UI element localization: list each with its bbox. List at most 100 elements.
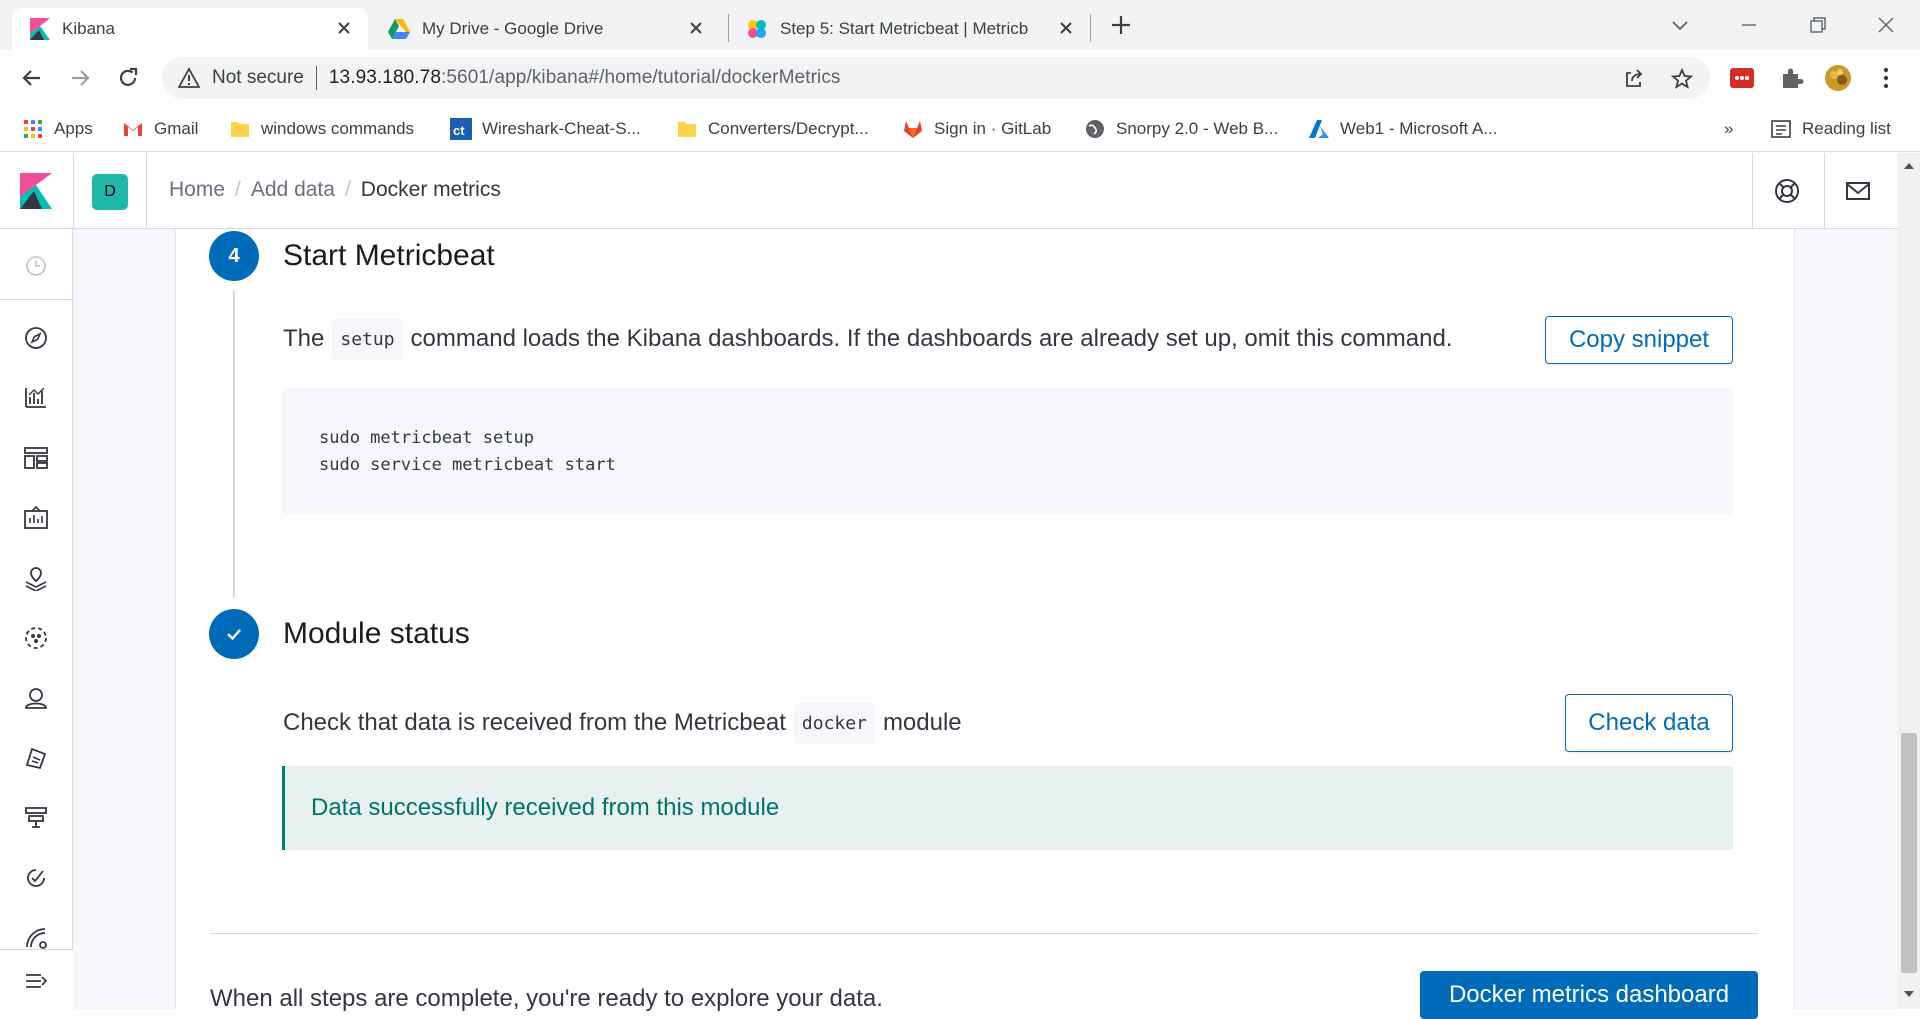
close-tab-icon[interactable]: [1056, 18, 1076, 38]
scroll-down-arrow-icon[interactable]: [1902, 987, 1916, 1001]
svg-text:ct: ct: [453, 123, 465, 138]
logs-icon[interactable]: [23, 745, 49, 771]
close-tab-icon[interactable]: [334, 18, 354, 38]
bookmark-snorpy[interactable]: Snorpy 2.0 - Web B...: [1084, 114, 1278, 144]
folder-icon: [231, 122, 249, 137]
bookmark-label: windows commands: [261, 119, 415, 138]
uptime-icon[interactable]: [23, 865, 49, 891]
header-divider: [1752, 153, 1753, 229]
step-connector-line: [233, 291, 235, 597]
bookmark-wireshark[interactable]: ct Wireshark-Cheat-S...: [450, 114, 641, 144]
reload-icon[interactable]: [114, 64, 142, 92]
gitlab-icon: [904, 121, 922, 138]
overflow-label: »: [1724, 119, 1734, 138]
warning-icon: [178, 67, 200, 88]
azure-icon: [1309, 120, 1329, 138]
maps-icon[interactable]: [23, 565, 49, 591]
elastic-logo-icon: [748, 20, 766, 38]
new-tab-icon[interactable]: [1108, 12, 1134, 38]
code-block[interactable]: sudo metricbeat setup sudo service metri…: [282, 388, 1733, 514]
tab-title: Step 5: Start Metricbeat | Metricb: [780, 19, 1029, 38]
tab-kibana[interactable]: Kibana: [12, 8, 368, 50]
breadcrumb-current: Docker metrics: [360, 178, 501, 201]
address-bar[interactable]: Not secure 13.93.180.78:5601/app/kibana#…: [162, 57, 1710, 99]
tab-metricbeat-docs[interactable]: Step 5: Start Metricbeat | Metricb: [728, 8, 1090, 50]
nav-collapse-area: [0, 949, 73, 1009]
dashboard-icon[interactable]: [23, 445, 49, 471]
close-window-icon[interactable]: [1873, 12, 1899, 38]
tab-separator: [1090, 14, 1091, 42]
bookmark-label: Sign in · GitLab: [934, 119, 1052, 138]
breadcrumb: Home / Add data / Docker metrics: [169, 178, 501, 202]
header-divider: [73, 153, 74, 229]
header-divider: [146, 153, 147, 229]
code-line: sudo metricbeat setup: [319, 428, 534, 448]
bookmark-gmail[interactable]: Gmail: [122, 114, 198, 144]
description-text: module: [882, 709, 962, 736]
copy-snippet-button[interactable]: Copy snippet: [1545, 316, 1733, 364]
bookmark-label: Apps: [54, 119, 93, 138]
restore-icon[interactable]: [1805, 12, 1831, 38]
breadcrumb-separator: /: [235, 178, 241, 201]
step-complete-badge: [209, 609, 259, 659]
folder-icon: [678, 122, 696, 137]
share-icon[interactable]: [1622, 67, 1646, 91]
url-text[interactable]: 13.93.180.78:5601/app/kibana#/home/tutor…: [329, 67, 841, 89]
reading-list-label: Reading list: [1802, 119, 1891, 138]
step-number-badge: 4: [209, 231, 259, 281]
tab-search-icon[interactable]: [1667, 12, 1693, 38]
lastpass-extension-icon[interactable]: [1728, 64, 1756, 92]
description-text: Check that data is received from the Met…: [283, 709, 786, 736]
space-avatar[interactable]: D: [92, 174, 128, 210]
bookmark-converters[interactable]: Converters/Decrypt...: [676, 114, 869, 144]
breadcrumb-separator: /: [344, 178, 351, 201]
kibana-side-nav: [0, 229, 73, 1009]
security-label[interactable]: Not secure: [212, 67, 304, 89]
tab-google-drive[interactable]: My Drive - Google Drive: [370, 8, 720, 50]
inline-code: setup: [332, 318, 403, 360]
apm-icon[interactable]: [23, 805, 49, 831]
scroll-up-arrow-icon[interactable]: [1902, 159, 1916, 173]
bookmark-apps[interactable]: Apps: [22, 114, 93, 144]
code-line: sudo service metricbeat start: [319, 455, 616, 475]
clock-icon[interactable]: [23, 253, 49, 279]
help-icon[interactable]: [1773, 177, 1801, 205]
infrastructure-icon[interactable]: [23, 685, 49, 711]
more-menu-icon[interactable]: [1872, 64, 1900, 92]
apps-grid-icon: [24, 120, 42, 138]
reading-list-icon: [1771, 120, 1791, 138]
breadcrumb-add-data[interactable]: Add data: [251, 178, 335, 202]
canvas-icon[interactable]: [23, 505, 49, 531]
dev-tools-icon[interactable]: [23, 925, 49, 951]
compass-icon[interactable]: [23, 325, 49, 351]
mail-icon[interactable]: [1844, 177, 1872, 205]
inline-code: docker: [793, 702, 875, 744]
bookmark-label: Converters/Decrypt...: [708, 119, 869, 138]
bookmarks-overflow-button[interactable]: »: [1724, 114, 1733, 144]
check-data-button[interactable]: Check data: [1565, 694, 1733, 752]
bookmark-web1-azure[interactable]: Web1 - Microsoft A...: [1308, 114, 1497, 144]
minimize-icon[interactable]: [1736, 12, 1762, 38]
scrollbar-thumb[interactable]: [1901, 733, 1917, 973]
section-divider: [210, 933, 1758, 934]
collapse-nav-icon[interactable]: [23, 968, 49, 994]
visualize-icon[interactable]: [23, 385, 49, 411]
page-scrollbar[interactable]: [1898, 153, 1920, 1009]
bookmark-windows-commands[interactable]: windows commands: [229, 114, 414, 144]
ml-icon[interactable]: [23, 625, 49, 651]
close-tab-icon[interactable]: [686, 18, 706, 38]
back-icon[interactable]: [18, 64, 46, 92]
bookmark-label: Web1 - Microsoft A...: [1340, 119, 1498, 138]
nav-divider: [0, 299, 73, 300]
kibana-logo-icon[interactable]: [20, 173, 52, 209]
extensions-puzzle-icon[interactable]: [1778, 64, 1806, 92]
bookmark-gitlab[interactable]: Sign in · GitLab: [902, 114, 1051, 144]
docker-metrics-dashboard-button[interactable]: Docker metrics dashboard: [1420, 971, 1758, 1019]
breadcrumb-home[interactable]: Home: [169, 178, 225, 202]
profile-avatar-icon[interactable]: [1824, 64, 1852, 92]
forward-icon[interactable]: [66, 64, 94, 92]
reading-list-button[interactable]: Reading list: [1770, 114, 1891, 144]
success-callout: Data successfully received from this mod…: [282, 766, 1733, 850]
bookmark-star-icon[interactable]: [1670, 67, 1694, 91]
browser-toolbar: Not secure 13.93.180.78:5601/app/kibana#…: [0, 50, 1920, 106]
